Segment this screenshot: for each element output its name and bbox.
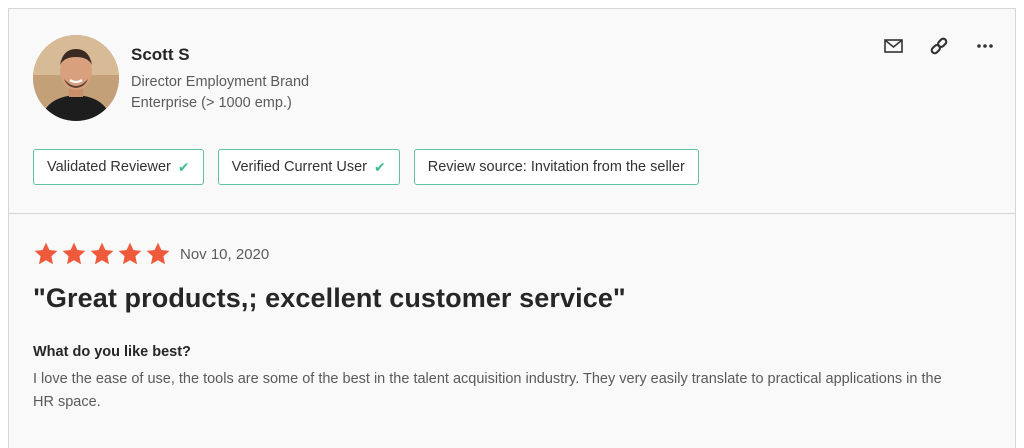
review-answer: I love the ease of use, the tools are so… bbox=[33, 371, 942, 410]
star-icon bbox=[34, 242, 58, 265]
badge-label: Verified Current User bbox=[231, 159, 367, 175]
badge-validated-reviewer: Validated Reviewer ✔ bbox=[33, 149, 204, 185]
link-icon[interactable] bbox=[927, 35, 951, 57]
badge-label: Validated Reviewer bbox=[47, 159, 171, 175]
reviewer-title: Director Employment Brand bbox=[131, 74, 310, 90]
rating-row: Nov 10, 2020 bbox=[33, 239, 993, 269]
badge-verified-current-user: Verified Current User ✔ bbox=[217, 149, 400, 185]
badge-review-source: Review source: Invitation from the selle… bbox=[413, 149, 699, 185]
envelope-icon[interactable] bbox=[881, 35, 905, 57]
star-rating bbox=[33, 241, 171, 267]
review-actions bbox=[881, 35, 997, 57]
avatar bbox=[33, 35, 119, 121]
review-headline: "Great products,; excellent customer ser… bbox=[33, 283, 626, 313]
star-icon bbox=[118, 242, 142, 265]
checkmark-icon: ✔ bbox=[373, 158, 386, 175]
badge-label: Review source: Invitation from the selle… bbox=[427, 159, 685, 175]
reviewer-company-size: Enterprise (> 1000 emp.) bbox=[131, 95, 292, 111]
more-icon[interactable] bbox=[973, 35, 997, 57]
review-body: Nov 10, 2020 "Great products,; excellent… bbox=[33, 239, 993, 414]
review-question: What do you like best? bbox=[33, 344, 191, 360]
review-card: Scott S Director Employment Brand Enterp… bbox=[8, 8, 1016, 448]
checkmark-icon: ✔ bbox=[177, 158, 190, 175]
reviewer-section: Scott S Director Employment Brand Enterp… bbox=[9, 9, 1015, 214]
reviewer-name: Scott S bbox=[131, 45, 190, 64]
star-icon bbox=[146, 242, 170, 265]
star-icon bbox=[90, 242, 114, 265]
reviewer-badges: Validated Reviewer ✔ Verified Current Us… bbox=[33, 149, 699, 185]
star-icon bbox=[62, 242, 86, 265]
review-date: Nov 10, 2020 bbox=[180, 245, 270, 263]
